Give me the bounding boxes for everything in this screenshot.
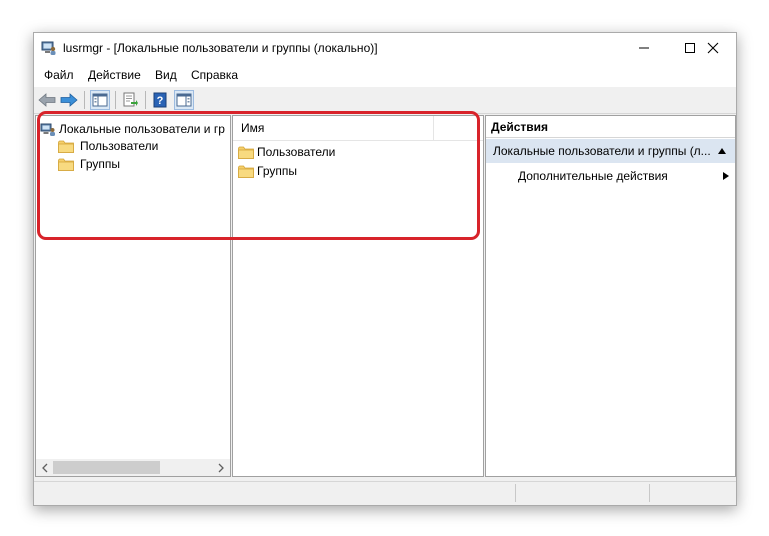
minimize-button[interactable] bbox=[621, 33, 667, 63]
status-bar bbox=[34, 481, 736, 505]
title-bar[interactable]: lusrmgr - [Локальные пользователи и груп… bbox=[34, 33, 736, 63]
close-icon bbox=[707, 42, 719, 54]
show-hide-action-pane-icon bbox=[176, 93, 192, 107]
menu-file[interactable]: Файл bbox=[44, 68, 74, 82]
minimize-icon bbox=[639, 47, 649, 49]
scroll-left-icon[interactable] bbox=[40, 463, 50, 473]
folder-icon bbox=[58, 140, 74, 153]
help-icon: ? bbox=[153, 92, 167, 108]
users-computer-icon bbox=[40, 123, 55, 136]
menu-action[interactable]: Действие bbox=[88, 68, 141, 82]
actions-section-local-users-groups[interactable]: Локальные пользователи и группы (л... bbox=[486, 139, 735, 163]
close-button[interactable] bbox=[690, 33, 736, 63]
actions-pane: Действия Локальные пользователи и группы… bbox=[485, 115, 736, 477]
more-actions-label: Дополнительные действия bbox=[518, 169, 668, 183]
folder-icon bbox=[238, 146, 254, 159]
status-divider bbox=[649, 484, 650, 502]
forward-button[interactable] bbox=[59, 90, 79, 110]
tree-item-users[interactable]: Пользователи bbox=[58, 137, 158, 155]
svg-text:?: ? bbox=[157, 95, 164, 107]
folder-icon bbox=[238, 165, 254, 178]
toolbar-separator bbox=[115, 91, 116, 109]
mmc-window: lusrmgr - [Локальные пользователи и груп… bbox=[33, 32, 737, 506]
folder-icon bbox=[58, 158, 74, 171]
help-button[interactable]: ? bbox=[150, 90, 170, 110]
column-divider[interactable] bbox=[433, 116, 434, 140]
back-button[interactable] bbox=[37, 90, 57, 110]
more-actions-item[interactable]: Дополнительные действия bbox=[518, 169, 668, 183]
toolbar: ? bbox=[34, 87, 736, 114]
forward-arrow-icon bbox=[60, 93, 78, 107]
menu-bar: Файл Действие Вид Справка bbox=[34, 63, 736, 87]
export-list-button[interactable] bbox=[120, 90, 140, 110]
scrollbar-thumb[interactable] bbox=[53, 461, 160, 474]
submenu-arrow-icon[interactable] bbox=[722, 171, 730, 181]
menu-help[interactable]: Справка bbox=[191, 68, 238, 82]
list-item-groups[interactable]: Группы bbox=[238, 162, 297, 180]
scroll-right-icon[interactable] bbox=[216, 463, 226, 473]
horizontal-scrollbar[interactable] bbox=[36, 459, 230, 476]
collapse-up-icon[interactable] bbox=[717, 147, 727, 155]
tree-item-label: Пользователи bbox=[80, 139, 159, 153]
toolbar-separator bbox=[84, 91, 85, 109]
status-divider bbox=[515, 484, 516, 502]
actions-section-label: Локальные пользователи и группы (л... bbox=[493, 144, 711, 158]
console-tree-pane: Локальные пользователи и гр Пользователи… bbox=[35, 115, 231, 477]
tree-root-label: Локальные пользователи и гр bbox=[59, 122, 225, 136]
list-item-label: Пользователи bbox=[257, 145, 336, 159]
menu-view[interactable]: Вид bbox=[155, 68, 177, 82]
list-item-label: Группы bbox=[257, 164, 297, 178]
export-list-icon bbox=[123, 92, 138, 107]
tree-item-groups[interactable]: Группы bbox=[58, 155, 120, 173]
column-name-label: Имя bbox=[241, 121, 265, 135]
actions-header: Действия bbox=[486, 116, 735, 138]
users-computer-icon bbox=[41, 41, 56, 55]
results-list-pane: Имя Пользователи Группы bbox=[232, 115, 484, 477]
tree-root-local-users-groups[interactable]: Локальные пользователи и гр bbox=[40, 120, 225, 138]
toolbar-separator bbox=[145, 91, 146, 109]
list-item-users[interactable]: Пользователи bbox=[238, 143, 335, 161]
tree-item-label: Группы bbox=[80, 157, 120, 171]
back-arrow-icon bbox=[38, 93, 56, 107]
list-column-header[interactable]: Имя bbox=[233, 116, 483, 141]
window-title: lusrmgr - [Локальные пользователи и груп… bbox=[63, 41, 378, 55]
show-hide-tree-icon bbox=[92, 93, 108, 107]
show-hide-action-pane-button[interactable] bbox=[174, 90, 194, 110]
show-hide-tree-button[interactable] bbox=[90, 90, 110, 110]
